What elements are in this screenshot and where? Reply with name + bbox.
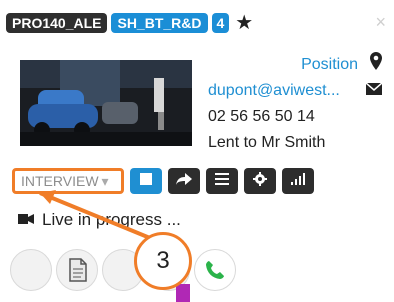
document-icon xyxy=(69,258,87,282)
device-card: PRO140_ALE SH_BT_R&D 4 ★ × Position dupo… xyxy=(0,0,394,302)
document-button[interactable] xyxy=(56,249,98,291)
step-callout: 3 xyxy=(134,232,192,290)
empty-circle-button[interactable] xyxy=(10,249,52,291)
action-circles xyxy=(10,248,236,292)
phone-icon xyxy=(206,261,224,279)
callout-label: 3 xyxy=(156,247,170,274)
magenta-marker xyxy=(176,284,190,302)
call-button[interactable] xyxy=(194,249,236,291)
